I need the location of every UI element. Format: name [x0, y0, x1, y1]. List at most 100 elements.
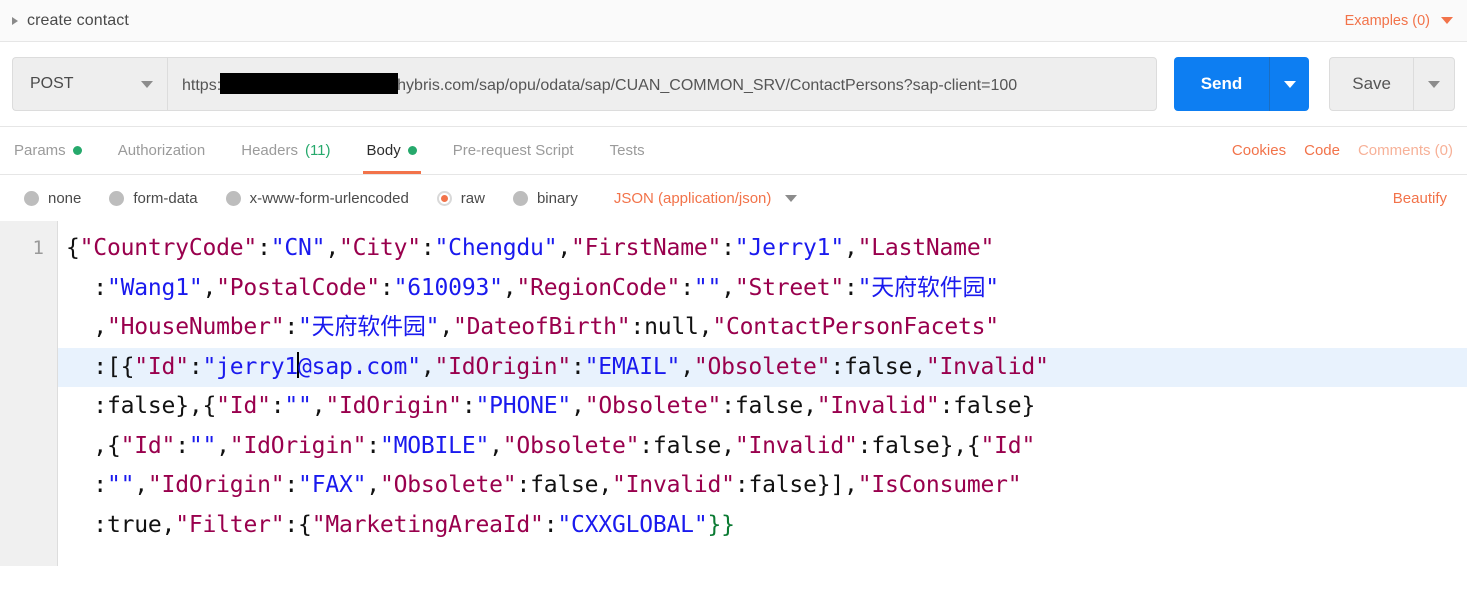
code-token: },{: [939, 432, 981, 459]
examples-link[interactable]: Examples (0): [1345, 13, 1430, 29]
radio-button-icon[interactable]: [24, 190, 39, 206]
code-token: }],: [816, 472, 858, 498]
body-type-option-none[interactable]: none: [24, 190, 81, 207]
tab-label: Params: [14, 142, 66, 159]
request-body-editor[interactable]: 1 {"CountryCode":"CN","City":"Chengdu","…: [0, 221, 1467, 566]
code-token: "FirstName": [571, 235, 722, 261]
code-line[interactable]: :"","IdOrigin":"FAX","Obsolete":false,"I…: [58, 466, 1467, 506]
code-token: false: [871, 432, 940, 459]
code-token: :: [66, 274, 107, 301]
tab-body[interactable]: Body: [349, 127, 435, 174]
code-token: :: [66, 472, 107, 498]
tab-label: Body: [366, 142, 401, 159]
request-name-bar: create contact Examples (0): [0, 0, 1467, 42]
code-token: ,{: [66, 432, 121, 459]
code-line[interactable]: :[{"Id":"jerry1@sap.com","IdOrigin":"EMA…: [58, 347, 1467, 387]
body-type-label: raw: [460, 189, 485, 207]
code-token: ,: [598, 472, 612, 498]
code-token: "Id": [120, 432, 176, 459]
send-options-button[interactable]: [1269, 57, 1310, 111]
code-line[interactable]: :false},{"Id":"","IdOrigin":"PHONE","Obs…: [58, 387, 1467, 427]
tab-headers[interactable]: Headers (11): [223, 127, 348, 174]
code-line[interactable]: :"Wang1","PostalCode":"610093","RegionCo…: [58, 269, 1467, 309]
code-token: "IdOrigin": [229, 432, 367, 459]
send-button[interactable]: Send: [1173, 57, 1270, 111]
chevron-down-icon: [1283, 80, 1296, 88]
code-token: false: [953, 393, 1022, 419]
save-button[interactable]: Save: [1329, 57, 1413, 111]
tab-params[interactable]: Params: [12, 127, 100, 174]
code-token: ,: [66, 314, 107, 340]
code-token: "Obsolete": [502, 432, 640, 459]
code-token: "MarketingAreaId": [311, 511, 544, 538]
http-method-select[interactable]: POST: [12, 57, 167, 111]
radio-button-icon[interactable]: [225, 190, 241, 206]
code-line[interactable]: ,{"Id":"","IdOrigin":"MOBILE","Obsolete"…: [58, 427, 1467, 467]
code-token: false: [106, 393, 176, 419]
code-line[interactable]: :true,"Filter":{"MarketingAreaId":"CXXGL…: [58, 506, 1467, 546]
code-token: ,: [912, 353, 926, 380]
code-token: ,: [680, 353, 694, 380]
triangle-right-icon[interactable]: [12, 16, 18, 25]
code-token: :: [630, 314, 645, 340]
code-token: "Invalid": [925, 353, 1049, 380]
code-token: @sap.com": [298, 353, 421, 380]
url-bar: POST https: hybris.com/sap/opu/odata/sap/…: [0, 42, 1467, 127]
code-token: "Invalid": [816, 393, 940, 419]
tab-tests[interactable]: Tests: [592, 127, 663, 174]
editor-code-area[interactable]: {"CountryCode":"CN","City":"Chengdu","Fi…: [58, 221, 1467, 566]
code-token: :: [543, 511, 558, 538]
radio-button-icon[interactable]: [109, 190, 125, 206]
http-method-label: POST: [30, 75, 74, 92]
code-token: :: [844, 274, 858, 301]
code-token: :: [516, 472, 531, 498]
code-token: "Invalid": [734, 432, 858, 459]
radio-button-icon[interactable]: [436, 190, 452, 206]
save-options-button[interactable]: [1413, 57, 1455, 111]
code-token: ,: [439, 314, 453, 340]
code-token: :: [721, 393, 735, 419]
code-token: :: [257, 235, 271, 261]
code-token: false: [530, 472, 599, 498]
radio-button-icon[interactable]: [512, 190, 528, 206]
code-token: :: [66, 511, 107, 538]
code-token: "天府软件园": [857, 274, 999, 301]
code-token: :: [830, 353, 844, 380]
beautify-button[interactable]: Beautify: [1393, 190, 1453, 207]
body-type-label: x-www-form-urlencoded: [249, 189, 409, 207]
send-button-group: Send: [1173, 57, 1310, 111]
request-title[interactable]: create contact: [27, 12, 129, 30]
chevron-down-icon[interactable]: [1441, 17, 1453, 24]
tab-pre-request-script[interactable]: Pre-request Script: [435, 127, 592, 174]
code-token: ,: [489, 432, 503, 459]
code-token: "IsConsumer": [857, 472, 1022, 498]
code-token: "": [106, 472, 135, 498]
cookies-link[interactable]: Cookies: [1232, 142, 1286, 159]
content-type-select[interactable]: JSON (application/json): [614, 190, 798, 207]
tab-label: Headers: [241, 142, 298, 159]
code-token: false: [652, 432, 722, 459]
body-type-option-raw[interactable]: raw: [436, 189, 485, 207]
code-token: :: [721, 235, 735, 261]
code-token: "": [693, 274, 722, 301]
comments-0-link: Comments (0): [1357, 142, 1453, 159]
code-token: ,: [721, 274, 735, 301]
code-token: "Invalid": [612, 472, 735, 498]
code-token: }}: [707, 511, 735, 538]
tab-modified-dot-icon: [407, 146, 417, 155]
tab-authorization[interactable]: Authorization: [100, 127, 224, 174]
code-token: ,: [803, 393, 817, 419]
code-token: :[{: [66, 353, 135, 380]
line-number: 1: [32, 237, 44, 259]
request-tab-bar: Params Authorization Headers (11) Body Pre-re…: [0, 127, 1467, 175]
request-url-input[interactable]: https: hybris.com/sap/opu/odata/sap/CUAN_…: [167, 57, 1157, 111]
body-type-option-form-data[interactable]: form-data: [109, 190, 198, 207]
code-line[interactable]: ,"HouseNumber":"天府软件园","DateofBirth":nul…: [58, 308, 1467, 348]
code-link[interactable]: Code: [1304, 142, 1340, 159]
editor-line-number-gutter: 1: [0, 221, 58, 566]
code-line[interactable]: {"CountryCode":"CN","City":"Chengdu","Fi…: [58, 229, 1467, 269]
body-type-option-x-www-form-urlencoded[interactable]: x-www-form-urlencoded: [225, 189, 409, 207]
code-token: null: [644, 314, 699, 340]
body-type-option-binary[interactable]: binary: [512, 190, 578, 207]
code-token: "DateofBirth": [452, 314, 631, 340]
